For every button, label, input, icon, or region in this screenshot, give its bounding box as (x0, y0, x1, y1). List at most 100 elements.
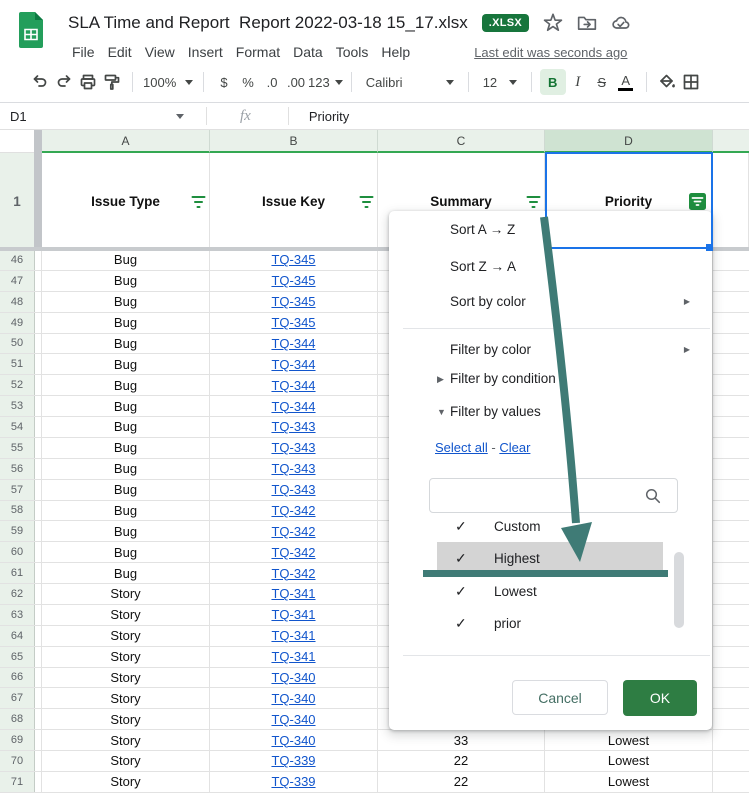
header-cell-empty[interactable] (713, 153, 749, 250)
decrease-decimal-button[interactable]: .0 (260, 69, 284, 95)
cell-issue-type[interactable]: Story (42, 709, 210, 729)
menu-item-sort-za[interactable]: Sort Z → A (450, 251, 700, 283)
menu-help[interactable]: Help (377, 43, 414, 61)
menu-data[interactable]: Data (289, 43, 327, 61)
name-box[interactable]: D1 (0, 103, 206, 129)
star-icon[interactable] (543, 13, 563, 33)
row-number[interactable]: 65 (0, 647, 35, 667)
cell-empty[interactable] (713, 709, 749, 729)
issue-key-link[interactable]: TQ-345 (271, 315, 315, 330)
cell-issue-type[interactable]: Story (42, 668, 210, 688)
row-number[interactable]: 47 (0, 271, 35, 291)
cell-empty[interactable] (713, 375, 749, 395)
cell-issue-type[interactable]: Story (42, 584, 210, 604)
row-number[interactable]: 59 (0, 521, 35, 541)
cell-issue-key[interactable]: TQ-345 (210, 292, 378, 312)
cell-issue-key[interactable]: TQ-342 (210, 501, 378, 521)
menu-item-filter-by-color[interactable]: Filter by color ▶ (450, 334, 700, 366)
row-number[interactable]: 67 (0, 688, 35, 708)
cell-issue-key[interactable]: TQ-340 (210, 668, 378, 688)
cell-issue-key[interactable]: TQ-345 (210, 250, 378, 270)
row-number[interactable]: 1 (0, 153, 35, 250)
row-number[interactable]: 71 (0, 772, 35, 792)
cell-issue-key[interactable]: TQ-341 (210, 626, 378, 646)
format-percent-button[interactable]: % (236, 69, 260, 95)
cell-summary[interactable]: 22 (378, 772, 545, 792)
cell-empty[interactable] (713, 417, 749, 437)
row-number[interactable]: 68 (0, 709, 35, 729)
row-number[interactable]: 70 (0, 751, 35, 771)
paint-format-button[interactable] (100, 69, 124, 95)
cancel-button[interactable]: Cancel (512, 680, 608, 715)
freeze-handle-vertical[interactable] (34, 130, 42, 251)
filter-funnel-icon[interactable] (359, 195, 374, 209)
row-number[interactable]: 61 (0, 563, 35, 583)
cell-empty[interactable] (713, 334, 749, 354)
cell-issue-key[interactable]: TQ-344 (210, 334, 378, 354)
cell-issue-type[interactable]: Story (42, 626, 210, 646)
issue-key-link[interactable]: TQ-344 (271, 357, 315, 372)
menu-item-sort-by-color[interactable]: Sort by color ▶ (450, 286, 700, 318)
cell-issue-type[interactable]: Story (42, 605, 210, 625)
row-number[interactable]: 51 (0, 354, 35, 374)
cell-issue-key[interactable]: TQ-345 (210, 271, 378, 291)
menu-view[interactable]: View (141, 43, 179, 61)
cell-issue-type[interactable]: Bug (42, 417, 210, 437)
corner-cell[interactable] (0, 130, 35, 153)
row-number[interactable]: 52 (0, 375, 35, 395)
cell-issue-key[interactable]: TQ-341 (210, 647, 378, 667)
cell-issue-key[interactable]: TQ-340 (210, 730, 378, 750)
menu-insert[interactable]: Insert (184, 43, 227, 61)
print-button[interactable] (76, 69, 100, 95)
cell-issue-type[interactable]: Bug (42, 459, 210, 479)
ok-button[interactable]: OK (623, 680, 697, 716)
redo-button[interactable] (52, 69, 76, 95)
cell-issue-key[interactable]: TQ-340 (210, 709, 378, 729)
cell-issue-type[interactable]: Bug (42, 375, 210, 395)
cell-empty[interactable] (713, 459, 749, 479)
cell-empty[interactable] (713, 688, 749, 708)
cell-empty[interactable] (713, 542, 749, 562)
column-header-c[interactable]: C (378, 130, 545, 153)
issue-key-link[interactable]: TQ-339 (271, 774, 315, 789)
sheets-logo-icon[interactable] (17, 12, 45, 55)
cell-issue-type[interactable]: Bug (42, 396, 210, 416)
row-number[interactable]: 57 (0, 480, 35, 500)
issue-key-link[interactable]: TQ-345 (271, 294, 315, 309)
document-title[interactable]: SLA Time and Report Report 2022-03-18 15… (68, 13, 468, 33)
cell-empty[interactable] (713, 501, 749, 521)
filter-search-input[interactable] (429, 478, 678, 513)
cell-empty[interactable] (713, 626, 749, 646)
undo-button[interactable] (28, 69, 52, 95)
strikethrough-button[interactable]: S (590, 69, 614, 95)
menu-edit[interactable]: Edit (104, 43, 136, 61)
cell-empty[interactable] (713, 647, 749, 667)
issue-key-link[interactable]: TQ-343 (271, 461, 315, 476)
cell-empty[interactable] (713, 313, 749, 333)
cell-issue-key[interactable]: TQ-340 (210, 688, 378, 708)
bold-button[interactable]: B (540, 69, 566, 95)
menu-file[interactable]: File (68, 43, 99, 61)
row-number[interactable]: 62 (0, 584, 35, 604)
cell-issue-type[interactable]: Bug (42, 542, 210, 562)
issue-key-link[interactable]: TQ-339 (271, 753, 315, 768)
zoom-select[interactable]: 100% (141, 69, 195, 95)
row-number[interactable]: 49 (0, 313, 35, 333)
cell-issue-type[interactable]: Bug (42, 521, 210, 541)
cell-empty[interactable] (713, 354, 749, 374)
cloud-saved-icon[interactable] (611, 13, 631, 33)
cell-issue-type[interactable]: Bug (42, 438, 210, 458)
move-folder-icon[interactable] (577, 13, 597, 33)
cell-issue-type[interactable]: Bug (42, 313, 210, 333)
issue-key-link[interactable]: TQ-342 (271, 545, 315, 560)
issue-key-link[interactable]: TQ-342 (271, 524, 315, 539)
cell-issue-key[interactable]: TQ-343 (210, 480, 378, 500)
issue-key-link[interactable]: TQ-344 (271, 378, 315, 393)
cell-priority[interactable]: Lowest (545, 772, 713, 792)
row-number[interactable]: 63 (0, 605, 35, 625)
row-number[interactable]: 69 (0, 730, 35, 750)
cell-issue-type[interactable]: Bug (42, 354, 210, 374)
menu-format[interactable]: Format (232, 43, 284, 61)
text-color-button[interactable]: A (614, 69, 638, 95)
issue-key-link[interactable]: TQ-343 (271, 482, 315, 497)
